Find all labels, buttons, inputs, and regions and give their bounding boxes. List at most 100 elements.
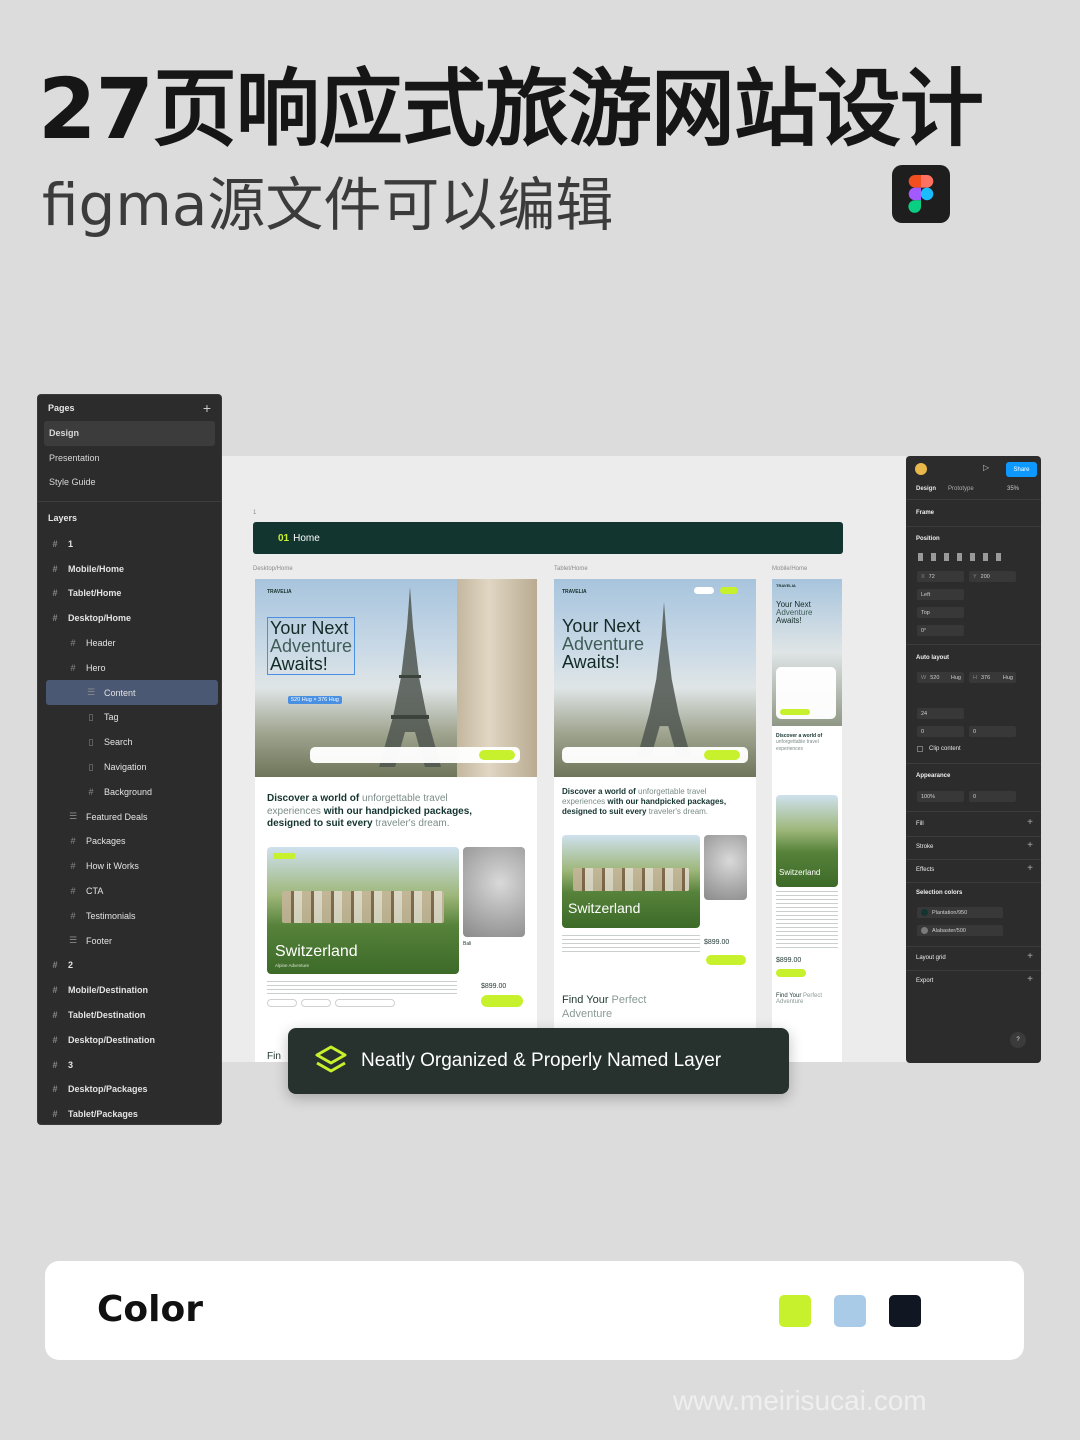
user-avatar[interactable]: [915, 463, 927, 475]
layer-item[interactable]: # Packages: [38, 829, 221, 854]
hero-line-1: Your Next: [270, 618, 349, 638]
banner-text: Neatly Organized & Properly Named Layer: [361, 1050, 722, 1071]
frame-type-label[interactable]: Frame: [916, 510, 934, 516]
frame-icon: #: [70, 861, 76, 872]
corner-radius-field[interactable]: 0: [969, 791, 1016, 802]
frame-label-mobile[interactable]: Mobile/Home: [772, 566, 807, 572]
width-field[interactable]: W 520 Hug: [917, 672, 964, 683]
alignment-controls[interactable]: [918, 553, 1008, 561]
rotation-field[interactable]: 0°: [917, 625, 964, 636]
layer-item[interactable]: # Testimonials: [38, 903, 221, 928]
layer-item[interactable]: # Hero: [38, 655, 221, 680]
layer-label: Desktop/Packages: [68, 1084, 148, 1095]
share-button[interactable]: Share: [1006, 462, 1037, 477]
frame-label-desktop[interactable]: Desktop/Home: [253, 566, 293, 572]
best-seller-tag: [273, 853, 295, 859]
clip-content-checkbox[interactable]: Clip content: [917, 746, 961, 752]
view-packages-button[interactable]: [706, 955, 746, 965]
switzerland-card-image[interactable]: Switzerland Alpine Adventure: [267, 847, 459, 974]
page-item-style-guide[interactable]: Style Guide: [38, 470, 221, 495]
padding-vertical-field[interactable]: 0: [969, 726, 1016, 737]
layer-item[interactable]: ☰ Content: [46, 680, 218, 706]
page-item-presentation[interactable]: Presentation: [38, 446, 221, 471]
layer-item[interactable]: # Desktop/Destination: [38, 1027, 221, 1052]
home-section-bar[interactable]: 01 Home: [253, 522, 843, 554]
frame-icon: #: [70, 886, 76, 897]
layer-item[interactable]: # Tablet/Home: [38, 581, 221, 606]
hash-icon: #: [52, 1059, 58, 1070]
register-button[interactable]: [694, 587, 714, 594]
layer-item[interactable]: # CTA: [38, 879, 221, 904]
selection-color-alabaster[interactable]: Alabaster/500: [917, 925, 1003, 936]
layer-item[interactable]: # Tablet/Destination: [38, 1003, 221, 1028]
layer-item[interactable]: ☰ Footer: [38, 928, 221, 953]
properties-panel: ▷ Share Design Prototype 35% Frame Posit…: [906, 456, 1041, 1063]
zoom-level[interactable]: 35%: [1007, 486, 1019, 492]
hero-title: Your Next Adventure Awaits!: [776, 601, 812, 625]
color-palette-card: Color: [45, 1261, 1024, 1360]
layer-label: How it Works: [86, 861, 139, 872]
help-button[interactable]: ?: [1010, 1032, 1026, 1048]
layer-label: Desktop/Destination: [68, 1034, 156, 1045]
switzerland-card-image[interactable]: Switzerland: [562, 835, 700, 928]
bali-card-image[interactable]: [704, 835, 747, 900]
add-fill-icon[interactable]: +: [1027, 817, 1033, 828]
opacity-field[interactable]: 100%: [917, 791, 964, 802]
add-layout-grid-icon[interactable]: +: [1027, 951, 1033, 962]
tab-design[interactable]: Design: [916, 486, 936, 492]
horizontal-constraint-select[interactable]: Left: [917, 589, 964, 600]
add-page-icon[interactable]: +: [203, 400, 211, 416]
layer-item[interactable]: # Mobile/Destination: [38, 978, 221, 1003]
padding-horizontal-field[interactable]: 0: [917, 726, 964, 737]
layer-label: 3: [68, 1059, 74, 1070]
layer-item[interactable]: # Desktop/Home: [38, 606, 221, 631]
design-canvas[interactable]: 1 01 Home Desktop/Home Tablet/Home Mobil…: [222, 456, 906, 1062]
height-field[interactable]: H 376 Hug: [969, 672, 1016, 683]
play-icon[interactable]: ▷: [983, 463, 989, 472]
auto-layout-icon: ☰: [68, 811, 78, 822]
layer-item[interactable]: # Header: [38, 631, 221, 656]
layer-item[interactable]: #2: [38, 953, 221, 978]
hero-background: TRAVELIA Your Next Adventure Awaits!: [554, 579, 756, 777]
layer-item[interactable]: # Background: [38, 779, 221, 804]
layers-header: Layers: [38, 506, 221, 530]
y-field[interactable]: Y 200: [969, 571, 1016, 582]
layer-item[interactable]: ▯ Search: [38, 730, 221, 755]
promo-part-1: Discover a world of: [776, 733, 823, 739]
explore-now-button[interactable]: [780, 709, 810, 715]
bali-card-image[interactable]: [463, 847, 525, 937]
layer-item[interactable]: # Mobile/Home: [38, 556, 221, 581]
view-packages-button[interactable]: [481, 995, 523, 1007]
vertical-constraint-select[interactable]: Top: [917, 607, 964, 618]
mobile-home-frame[interactable]: TRAVELIA Your Next Adventure Awaits! Dis…: [772, 579, 842, 1062]
add-effect-icon[interactable]: +: [1027, 863, 1033, 874]
explore-now-button[interactable]: [704, 750, 740, 760]
hero-title: Your Next Adventure Awaits!: [267, 617, 356, 675]
layer-item[interactable]: ☰ Featured Deals: [38, 804, 221, 829]
login-button[interactable]: [720, 587, 738, 594]
section-number-label: 1: [253, 510, 257, 516]
layer-item[interactable]: # Tablet/Packages: [38, 1102, 221, 1124]
add-export-icon[interactable]: +: [1027, 974, 1033, 985]
tablet-home-frame[interactable]: TRAVELIA Your Next Adventure Awaits! Dis…: [554, 579, 756, 1062]
frame-label-tablet[interactable]: Tablet/Home: [554, 566, 588, 572]
gap-field[interactable]: 24: [917, 708, 964, 719]
add-stroke-icon[interactable]: +: [1027, 840, 1033, 851]
layer-item[interactable]: ▯ Navigation: [38, 755, 221, 780]
hero-title: Your Next Adventure Awaits!: [562, 617, 644, 671]
desktop-home-frame[interactable]: TRAVELIA Your Next Adventure Awaits! 520…: [255, 579, 537, 1062]
selection-color-plantation[interactable]: Plantation/950: [917, 907, 1003, 918]
hero-line-3: Awaits!: [562, 652, 620, 672]
promo-part-1: Discover a world of: [562, 787, 636, 796]
layer-item[interactable]: #1: [38, 532, 221, 557]
layer-item[interactable]: #3: [38, 1052, 221, 1077]
view-packages-button[interactable]: [776, 969, 806, 977]
explore-now-button[interactable]: [479, 750, 515, 760]
layer-item[interactable]: # Desktop/Packages: [38, 1077, 221, 1102]
layer-item[interactable]: # How it Works: [38, 854, 221, 879]
tab-prototype[interactable]: Prototype: [948, 486, 974, 492]
page-item-design[interactable]: Design: [44, 421, 215, 446]
x-field[interactable]: X 72: [917, 571, 964, 582]
switzerland-card-image[interactable]: Switzerland: [776, 795, 838, 887]
layer-item[interactable]: ▯ Tag: [38, 705, 221, 730]
